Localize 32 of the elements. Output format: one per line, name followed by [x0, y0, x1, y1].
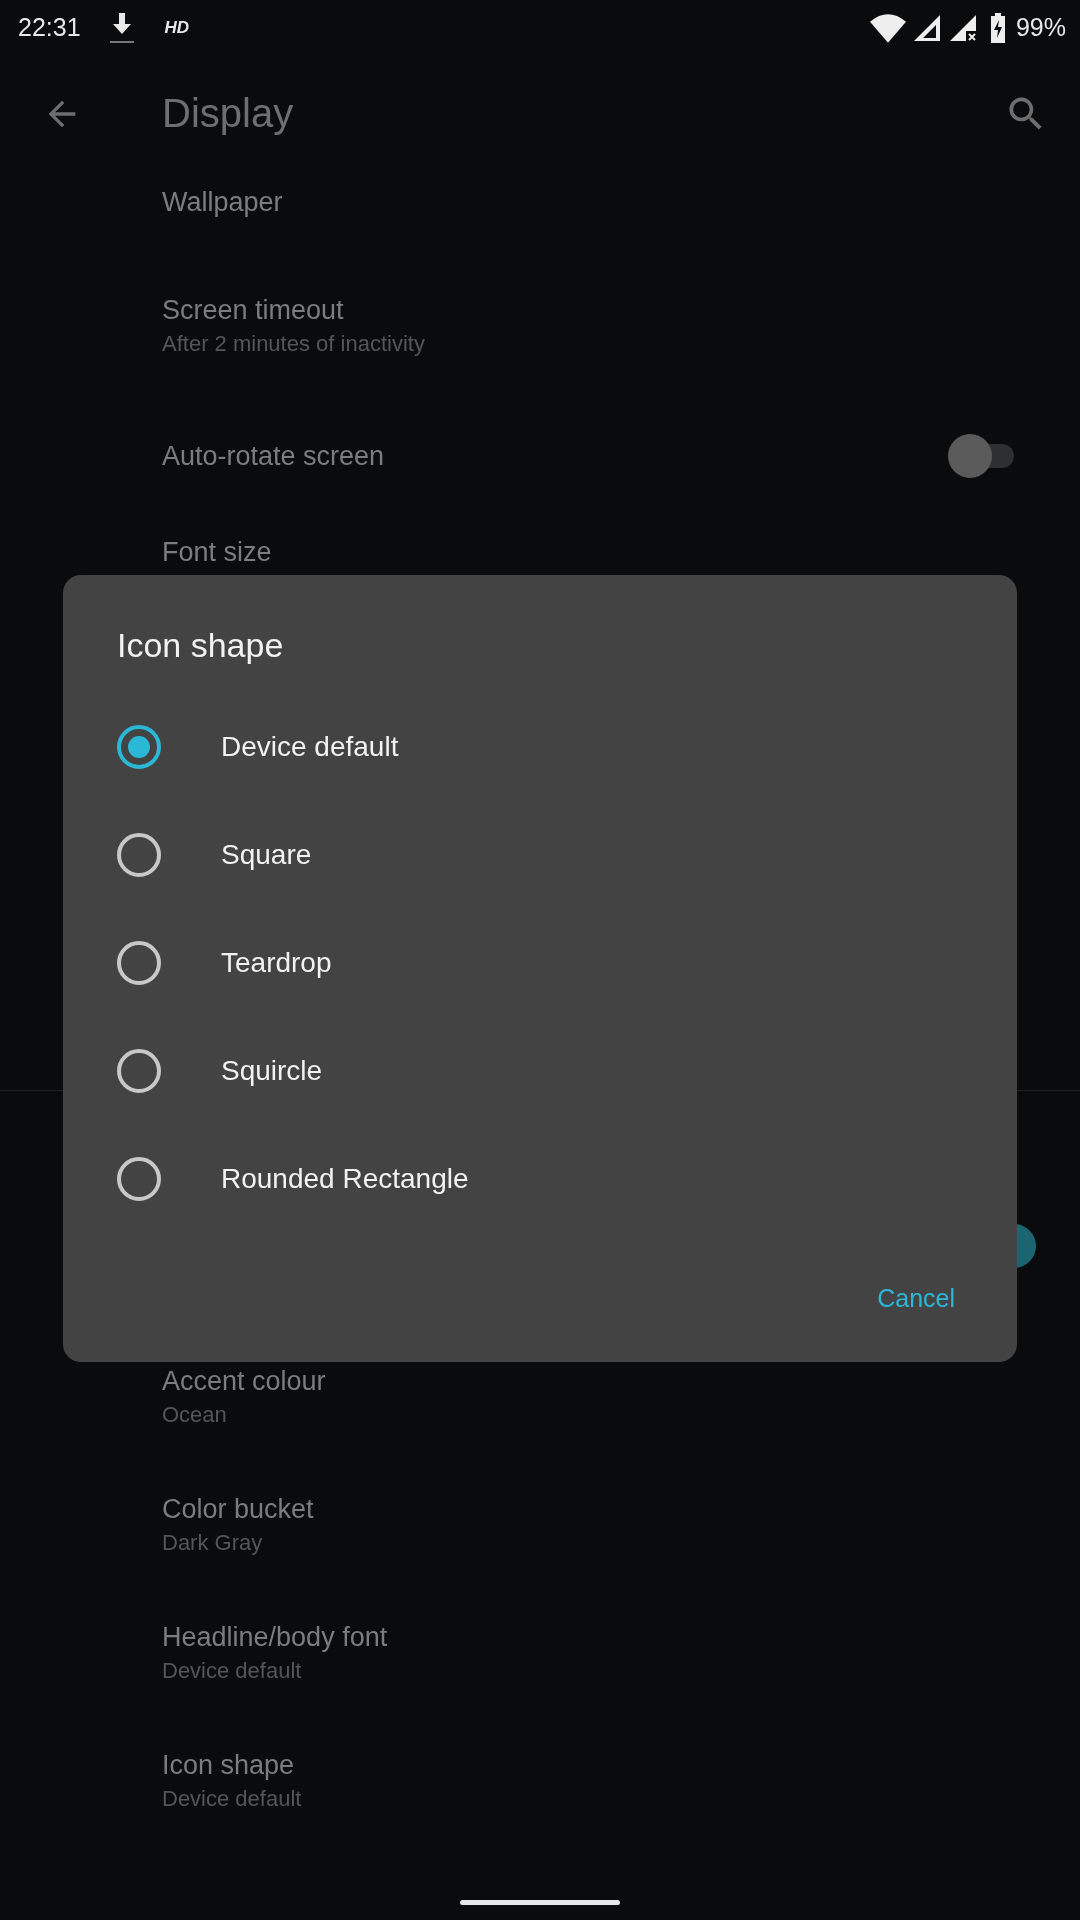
- battery-charging-icon: [989, 12, 1006, 43]
- cancel-button[interactable]: Cancel: [855, 1270, 977, 1327]
- radio-button[interactable]: [117, 941, 161, 985]
- setting-title: Accent colour: [162, 1365, 327, 1398]
- hd-label: HD: [164, 17, 190, 38]
- radio-button[interactable]: [117, 1157, 161, 1201]
- setting-title: Color bucket: [162, 1493, 315, 1526]
- radio-button[interactable]: [117, 833, 161, 877]
- setting-summary: Ocean: [162, 1401, 228, 1429]
- radio-option[interactable]: Squircle: [63, 1017, 1017, 1125]
- radio-button[interactable]: [117, 725, 161, 769]
- screen-title: Display: [162, 91, 295, 136]
- radio-option[interactable]: Teardrop: [63, 909, 1017, 1017]
- setting-title: Headline/body font: [162, 1621, 389, 1654]
- dialog-title: Icon shape: [116, 625, 284, 666]
- radio-option[interactable]: Device default: [63, 693, 1017, 801]
- radio-option[interactable]: Square: [63, 801, 1017, 909]
- wifi-icon: [869, 12, 906, 43]
- setting-title: Wallpaper: [162, 186, 284, 219]
- radio-button[interactable]: [117, 1049, 161, 1093]
- radio-option[interactable]: Rounded Rectangle: [63, 1125, 1017, 1233]
- setting-summary: Device default: [162, 1657, 303, 1685]
- setting-title: Font size: [162, 536, 273, 569]
- download-icon: [108, 10, 135, 45]
- setting-summary: Device default: [162, 1785, 303, 1813]
- setting-summary: Dark Gray: [162, 1529, 264, 1557]
- battery-level: 99%: [1015, 13, 1066, 42]
- clock: 22:31: [18, 13, 81, 42]
- setting-summary: After 2 minutes of inactivity: [162, 330, 426, 358]
- setting-title: Auto-rotate screen: [162, 440, 386, 473]
- setting-title: Screen timeout: [162, 294, 345, 327]
- setting-title: Icon shape: [162, 1749, 296, 1782]
